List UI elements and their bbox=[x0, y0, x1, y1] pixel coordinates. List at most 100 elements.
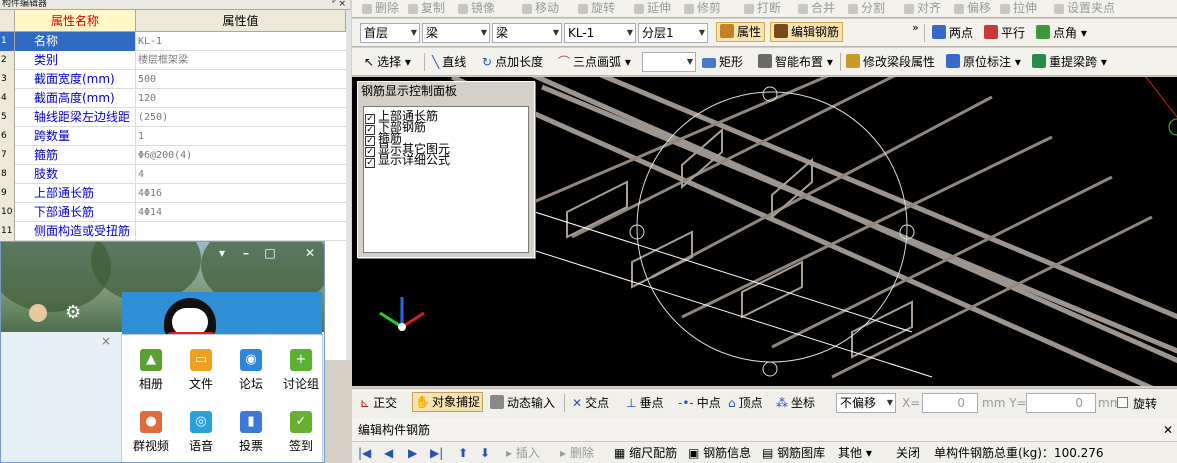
checkbox-item[interactable]: ✓ 显示详细公式 bbox=[364, 154, 528, 168]
qq-app-3[interactable]: + 讨论组 bbox=[276, 349, 324, 392]
relift-span-button[interactable]: 重提梁跨 ▾ bbox=[1032, 51, 1107, 73]
property-value[interactable]: KL-1 bbox=[136, 32, 346, 51]
table-row[interactable]: 5 轴线距梁左边线距 (250) bbox=[0, 108, 346, 127]
collapse-icon[interactable]: × bbox=[101, 334, 111, 348]
tool-5[interactable]: 延伸 bbox=[634, 0, 671, 19]
property-value[interactable]: 4Φ14 bbox=[136, 203, 346, 222]
minimize-dropdown-icon[interactable]: ▾ bbox=[213, 246, 231, 260]
tool-8[interactable]: 合并 bbox=[798, 0, 835, 19]
point-angle-button[interactable]: 点角 ▾ bbox=[1036, 22, 1087, 44]
property-value[interactable]: 500 bbox=[136, 70, 346, 89]
type-select[interactable]: 梁 ▼ bbox=[422, 23, 490, 43]
tool-4[interactable]: 旋转 bbox=[578, 0, 615, 19]
tool-0[interactable]: 删除 bbox=[362, 0, 399, 19]
arc-option-select[interactable]: ▼ bbox=[642, 52, 696, 72]
property-value[interactable]: 楼层框架梁 bbox=[136, 51, 346, 70]
parallel-button[interactable]: 平行 bbox=[984, 22, 1025, 44]
tool-10[interactable]: 对齐 bbox=[904, 0, 941, 19]
midpoint-button[interactable]: -•- 中点 bbox=[678, 392, 721, 414]
table-row[interactable]: 8 肢数 4 bbox=[0, 165, 346, 184]
checkbox-checked-icon[interactable]: ✓ bbox=[365, 158, 375, 168]
edit-rebar-button[interactable]: 编辑钢筋 bbox=[770, 22, 844, 42]
original-mark-button[interactable]: 原位标注 ▾ bbox=[946, 51, 1021, 73]
qq-app-2[interactable]: ◉ 论坛 bbox=[226, 349, 276, 392]
table-row[interactable]: 4 截面高度(mm) 120 bbox=[0, 89, 346, 108]
rebar-info-button[interactable]: ▣ 钢筋信息 bbox=[688, 443, 751, 463]
rebar-library-button[interactable]: ▤ 钢筋图库 bbox=[762, 443, 825, 463]
qq-app-7[interactable]: ✓ 签到 bbox=[276, 411, 324, 454]
property-value[interactable]: 4Φ16 bbox=[136, 184, 346, 203]
ortho-button[interactable]: ⊾ 正交 bbox=[360, 392, 397, 414]
qq-app-5[interactable]: ◎ 语音 bbox=[176, 411, 226, 454]
table-row[interactable]: 7 箍筋 Φ6@200(4) bbox=[0, 146, 346, 165]
vertex-button[interactable]: ⌂ 顶点 bbox=[728, 392, 763, 414]
other-button[interactable]: 其他 ▾ bbox=[838, 443, 872, 463]
attribute-button[interactable]: 属性 bbox=[716, 22, 766, 42]
table-row[interactable]: 1 名称 KL-1 bbox=[0, 32, 346, 51]
qq-app-0[interactable]: ▲ 相册 bbox=[126, 349, 176, 392]
offset-mode-select[interactable]: 不偏移 ▼ bbox=[836, 393, 896, 413]
floor-select[interactable]: 首层 ▼ bbox=[360, 23, 420, 43]
delete-button[interactable]: ▸ 删除 bbox=[560, 443, 594, 463]
tool-6[interactable]: 修剪 bbox=[684, 0, 721, 19]
move-up-icon[interactable]: ⬆ bbox=[458, 443, 468, 463]
qq-app-1[interactable]: ▭ 文件 bbox=[176, 349, 226, 392]
property-value[interactable]: 120 bbox=[136, 89, 346, 108]
rect-button[interactable]: 矩形 bbox=[702, 51, 743, 73]
select-button[interactable]: ↖ 选择 ▾ bbox=[364, 51, 411, 73]
rotate-checkbox[interactable] bbox=[1117, 397, 1128, 408]
tool-12[interactable]: 拉伸 bbox=[1000, 0, 1037, 19]
tool-11[interactable]: 偏移 bbox=[954, 0, 991, 19]
tool-1[interactable]: 复制 bbox=[408, 0, 445, 19]
qq-app-4[interactable]: ● 群视频 bbox=[126, 411, 176, 454]
perpendicular-button[interactable]: ⊥ 垂点 bbox=[626, 392, 663, 414]
scale-rebar-button[interactable]: ▦ 缩尺配筋 bbox=[614, 443, 677, 463]
dynamic-input-button[interactable]: 动态输入 bbox=[490, 392, 555, 414]
last-icon[interactable]: ▶| bbox=[430, 443, 443, 463]
tool-3[interactable]: 移动 bbox=[522, 0, 559, 19]
maximize-icon[interactable]: □ bbox=[261, 246, 279, 260]
layer-select[interactable]: 分层1 ▼ bbox=[638, 23, 708, 43]
member-select[interactable]: KL-1 ▼ bbox=[564, 23, 636, 43]
line-button[interactable]: ╲ 直线 bbox=[432, 51, 466, 73]
pin-close-icons[interactable]: ᴾ × bbox=[332, 0, 346, 9]
table-row[interactable]: 11 侧面构造或受扭筋 bbox=[0, 222, 346, 241]
coordinate-button[interactable]: ⁂ 坐标 bbox=[776, 392, 815, 414]
close-icon[interactable]: ✕ bbox=[1163, 418, 1173, 442]
move-down-icon[interactable]: ⬇ bbox=[480, 443, 490, 463]
modify-segment-button[interactable]: 修改梁段属性 bbox=[846, 51, 935, 73]
close-icon[interactable]: ✕ bbox=[301, 246, 319, 260]
first-icon[interactable]: |◀ bbox=[358, 443, 371, 463]
more-icon[interactable]: » bbox=[912, 21, 919, 34]
tool-2[interactable]: 镜像 bbox=[458, 0, 495, 19]
y-input[interactable]: 0 bbox=[1026, 393, 1096, 413]
table-row[interactable]: 6 跨数量 1 bbox=[0, 127, 346, 146]
insert-button[interactable]: ▸ 插入 bbox=[506, 443, 540, 463]
gear-icon[interactable]: ⚙ bbox=[65, 302, 81, 323]
table-row[interactable]: 2 类别 楼层框架梁 bbox=[0, 51, 346, 70]
qq-app-6[interactable]: ▮ 投票 bbox=[226, 411, 276, 454]
next-icon[interactable]: ▶ bbox=[408, 443, 417, 463]
subtype-select[interactable]: 梁 ▼ bbox=[492, 23, 562, 43]
tool-7[interactable]: 打断 bbox=[744, 0, 781, 19]
two-point-button[interactable]: 两点 bbox=[932, 22, 973, 44]
close-button[interactable]: 关闭 bbox=[896, 443, 920, 463]
smart-layout-button[interactable]: 智能布置 ▾ bbox=[758, 51, 833, 73]
property-value[interactable]: 1 bbox=[136, 127, 346, 146]
table-row[interactable]: 3 截面宽度(mm) 500 bbox=[0, 70, 346, 89]
table-row[interactable]: 9 上部通长筋 4Φ16 bbox=[0, 184, 346, 203]
object-snap-button[interactable]: ✋ 对象捕捉 bbox=[412, 392, 483, 412]
x-input[interactable]: 0 bbox=[922, 393, 978, 413]
point-length-button[interactable]: ↻ 点加长度 bbox=[482, 51, 543, 73]
property-value[interactable] bbox=[136, 222, 346, 241]
prev-icon[interactable]: ◀ bbox=[384, 443, 393, 463]
arc-button[interactable]: ⌒ 三点画弧 ▾ bbox=[558, 51, 631, 73]
table-row[interactable]: 10 下部通长筋 4Φ14 bbox=[0, 203, 346, 222]
property-value[interactable]: (250) bbox=[136, 108, 346, 127]
property-value[interactable]: Φ6@200(4) bbox=[136, 146, 346, 165]
add-contact-icon[interactable] bbox=[29, 304, 47, 322]
property-value[interactable]: 4 bbox=[136, 165, 346, 184]
tool-13[interactable]: 设置夹点 bbox=[1054, 0, 1115, 19]
intersection-button[interactable]: ✕ 交点 bbox=[572, 392, 609, 414]
minimize-icon[interactable]: – bbox=[237, 246, 255, 260]
